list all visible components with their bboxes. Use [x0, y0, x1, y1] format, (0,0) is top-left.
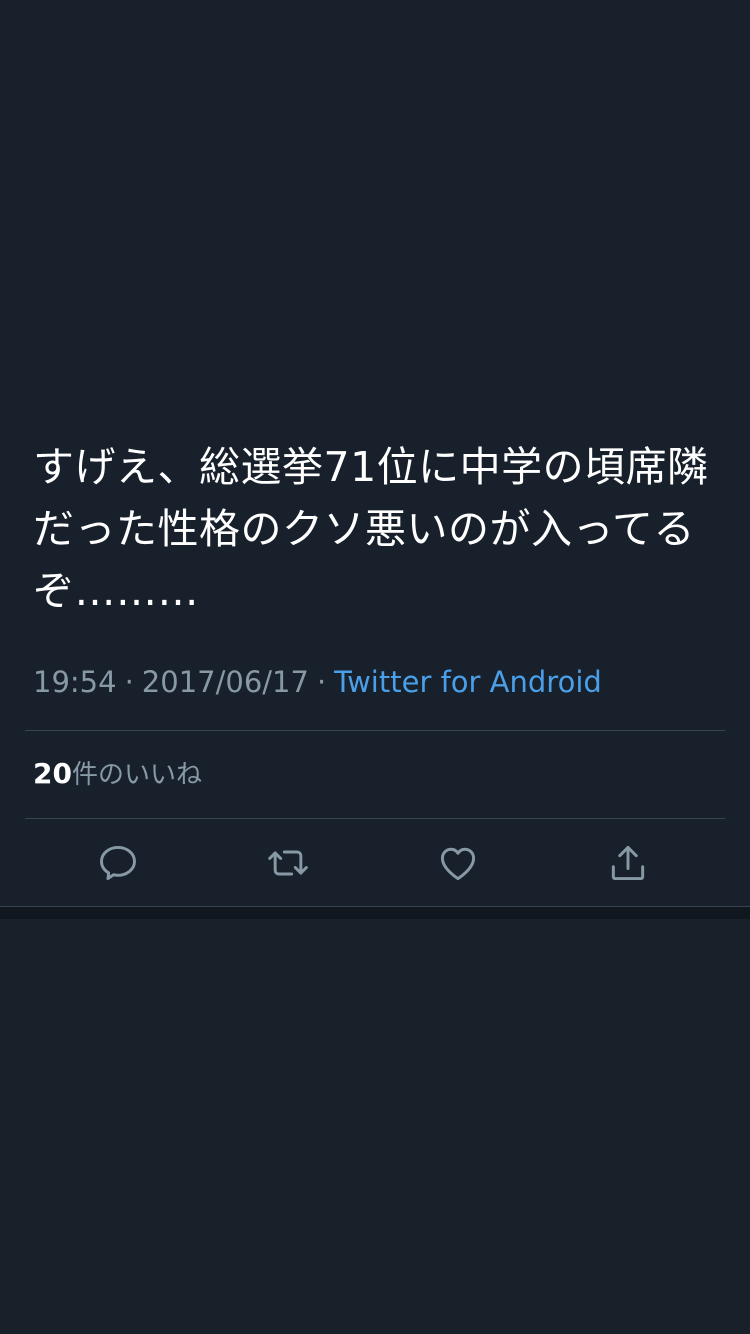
likes-count-row[interactable]: 20件のいいね: [33, 754, 202, 794]
tweet-meta: 19:54 · 2017/06/17 · Twitter for Android: [33, 662, 602, 702]
retweet-button[interactable]: [266, 841, 310, 885]
tweet-text: すげえ、総選挙71位に中学の頃席隣だった性格のクソ悪いのが入ってるぞ………: [33, 443, 709, 615]
tweet-date: 2017/06/17: [141, 665, 309, 699]
share-button[interactable]: [606, 841, 650, 885]
tweet-action-bar: [0, 819, 750, 906]
like-button[interactable]: [436, 841, 480, 885]
retweet-icon: [268, 850, 308, 876]
meta-separator: ·: [316, 665, 327, 699]
meta-separator: ·: [124, 665, 134, 699]
reply-button[interactable]: [96, 841, 140, 885]
tweet-source-link[interactable]: Twitter for Android: [334, 665, 602, 699]
likes-label: 件のいいね: [71, 760, 202, 790]
reply-icon: [100, 845, 136, 881]
likes-count: 20: [33, 757, 72, 790]
tweet-detail: すげえ、総選挙71位に中学の頃席隣だった性格のクソ悪いのが入ってるぞ……… 19…: [0, 0, 750, 907]
section-gap: [0, 907, 750, 919]
empty-area: [0, 919, 750, 1334]
tweet-time: 19:54: [33, 665, 117, 699]
divider: [25, 730, 725, 731]
share-icon: [611, 845, 645, 881]
heart-icon: [440, 847, 476, 881]
